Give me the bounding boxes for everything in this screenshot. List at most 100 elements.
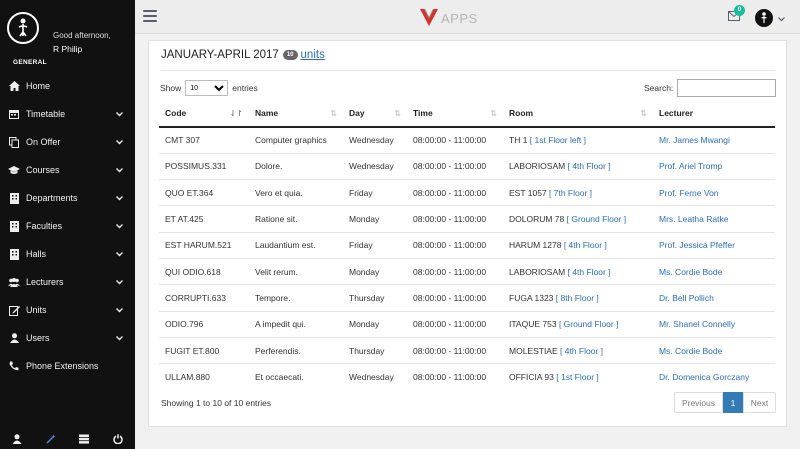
cell-room: OFFICIA 93 [ 1st Floor ]	[503, 363, 653, 390]
server-icon[interactable]	[78, 433, 90, 445]
room-floor-link[interactable]: [ Ground Floor ]	[567, 214, 627, 224]
notification-badge: 0	[734, 5, 745, 16]
building-icon	[8, 192, 20, 204]
cell-lecturer-link[interactable]: Mr. James Mwangi	[653, 126, 775, 154]
column-header-day[interactable]: Day ⇅	[343, 100, 407, 128]
column-header-room[interactable]: Room ⇅	[503, 100, 653, 128]
cell-room: TH 1 [ 1st Floor left ]	[503, 126, 653, 154]
sidebar-item-units[interactable]: Units	[0, 296, 135, 324]
sidebar-item-users[interactable]: Users	[0, 324, 135, 352]
page-title: JANUARY-APRIL 2017 10 units	[161, 49, 325, 61]
menu-toggle-icon[interactable]	[143, 10, 157, 22]
sidebar-footer	[0, 429, 135, 449]
previous-page-button[interactable]: Previous	[674, 392, 723, 413]
chevron-down-icon	[116, 333, 123, 343]
search-label: Search:	[644, 83, 674, 93]
sidebar-item-courses[interactable]: Courses	[0, 156, 135, 184]
cell-time: 08:00:00 - 11:00:00	[407, 205, 503, 233]
sidebar-item-faculties[interactable]: Faculties	[0, 212, 135, 240]
cell-room: LABORIOSAM [ 4th Floor ]	[503, 257, 653, 285]
cell-day: Monday	[343, 310, 407, 338]
room-floor-link[interactable]: [ 1st Floor left ]	[530, 135, 586, 145]
table-row: FUGIT ET.800 Perferendis. Thursday 08:00:00…	[159, 336, 775, 364]
cell-lecturer-link[interactable]: Prof. Jessica Pfeffer	[653, 231, 775, 259]
cell-room: HARUM 1278 [ 4th Floor ]	[503, 231, 653, 259]
column-header-lecturer[interactable]: Lecturer	[653, 100, 775, 128]
cell-day: Monday	[343, 205, 407, 233]
cell-time: 08:00:00 - 11:00:00	[407, 231, 503, 259]
room-floor-link[interactable]: [ 7th Floor ]	[549, 188, 592, 198]
column-header-code[interactable]: Code ⇃↾	[159, 100, 249, 128]
chevron-down-icon	[116, 305, 123, 315]
room-floor-link[interactable]: [ 1st Floor ]	[556, 372, 599, 382]
cell-lecturer-link[interactable]: Dr. Bell Pollich	[653, 284, 775, 312]
cell-lecturer-link[interactable]: Mr. Shanel Connelly	[653, 310, 775, 338]
units-link[interactable]: units	[301, 49, 325, 61]
page-size-select[interactable]: 10	[185, 80, 229, 96]
brand[interactable]: APPS	[419, 7, 478, 29]
user-role: GENERAL	[13, 59, 47, 66]
room-floor-link[interactable]: [ 8th Floor ]	[556, 293, 599, 303]
cell-lecturer-link[interactable]: Dr. Domenica Gorczany	[653, 363, 775, 390]
room-name: TH 1	[509, 135, 528, 146]
sidebar-item-phone-extensions[interactable]: Phone Extensions	[0, 352, 135, 380]
room-name: HARUM 1278	[509, 240, 562, 251]
cell-code: ULLAM.880	[159, 363, 249, 390]
cell-lecturer-link[interactable]: Ms. Cordie Bode	[653, 336, 775, 364]
column-header-time[interactable]: Time ⇅	[407, 100, 503, 128]
count-badge: 10	[282, 50, 298, 60]
room-floor-link[interactable]: [ 4th Floor ]	[564, 240, 607, 250]
room-name: EST 1057	[509, 187, 547, 198]
cell-code: CORRUPTI.633	[159, 284, 249, 312]
logo-icon	[7, 12, 39, 44]
chevron-down-icon[interactable]	[778, 14, 785, 24]
cell-lecturer-link[interactable]: Prof. Ferne Von	[653, 179, 775, 206]
cell-lecturer-link[interactable]: Ms. Cordie Bode	[653, 257, 775, 285]
room-name: MOLESTIAE	[509, 345, 558, 356]
cell-day: Friday	[343, 179, 407, 206]
cell-time: 08:00:00 - 11:00:00	[407, 310, 503, 338]
cell-lecturer-link[interactable]: Prof. Ariel Tromp	[653, 152, 775, 180]
user-icon[interactable]	[11, 433, 23, 445]
room-floor-link[interactable]: [ 4th Floor ]	[560, 346, 603, 356]
cell-lecturer-link[interactable]: Mrs. Leatha Ratke	[653, 205, 775, 233]
room-floor-link[interactable]: [ 4th Floor ]	[568, 161, 611, 171]
page-1-button[interactable]: 1	[723, 392, 743, 413]
search-input[interactable]	[677, 79, 777, 97]
sidebar-item-label: Users	[26, 333, 50, 343]
sidebar-item-on-offer[interactable]: On Offer	[0, 128, 135, 156]
room-name: LABORIOSAM	[509, 161, 566, 172]
title-text: JANUARY-APRIL 2017	[161, 49, 279, 61]
sidebar-item-home[interactable]: Home	[0, 72, 135, 100]
top-bar: APPS 0	[135, 0, 800, 34]
cell-time: 08:00:00 - 11:00:00	[407, 257, 503, 285]
table-row: CMT 307 Computer graphics Wednesday 08:00:0…	[159, 126, 775, 154]
pagination: Previous 1 Next	[674, 392, 776, 413]
room-floor-link[interactable]: [ 4th Floor ]	[568, 267, 611, 277]
column-label: Time	[413, 108, 433, 118]
cell-name: A impedit qui.	[249, 310, 343, 338]
room-floor-link[interactable]: [ Ground Floor ]	[559, 319, 619, 329]
cell-day: Friday	[343, 231, 407, 259]
sidebar-item-departments[interactable]: Departments	[0, 184, 135, 212]
room-name: DOLORUM 78	[509, 214, 565, 225]
edit-icon	[8, 304, 20, 316]
sidebar-item-lecturers[interactable]: Lecturers	[0, 268, 135, 296]
cell-name: Vero et quia.	[249, 179, 343, 206]
next-page-button[interactable]: Next	[743, 392, 776, 413]
avatar[interactable]	[755, 9, 773, 27]
sidebar-item-timetable[interactable]: Timetable	[0, 100, 135, 128]
table-info: Showing 1 to 10 of 10 entries	[161, 398, 272, 408]
sidebar-item-halls[interactable]: Halls	[0, 240, 135, 268]
sidebar-item-label: Courses	[26, 165, 60, 175]
cell-time: 08:00:00 - 11:00:00	[407, 179, 503, 206]
sidebar-menu: Home Timetable On Offer Courses Departme…	[0, 72, 135, 380]
cell-day: Thursday	[343, 284, 407, 312]
brand-text: APPS	[441, 10, 478, 26]
search-control: Search:	[644, 79, 777, 97]
power-icon[interactable]	[112, 433, 124, 445]
chevron-down-icon	[116, 165, 123, 175]
wand-icon[interactable]	[45, 433, 57, 445]
column-header-name[interactable]: Name ⇅	[249, 100, 343, 128]
table-row: POSSIMUS.331 Dolore. Wednesday 08:00:00 - 1…	[159, 152, 775, 180]
